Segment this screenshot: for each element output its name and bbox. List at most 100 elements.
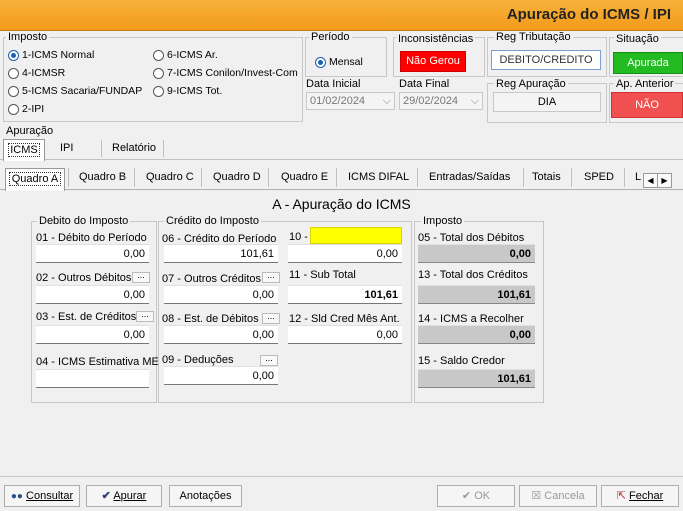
radio-mensal[interactable]: Mensal — [315, 56, 363, 68]
subtabs-line — [0, 189, 683, 190]
radio-icon — [8, 85, 19, 97]
f13-label: 13 - Total dos Créditos — [418, 269, 528, 281]
f08-label: 08 - Est. de Débitos — [162, 313, 259, 325]
f14-label: 14 - ICMS a Recolher — [418, 313, 524, 325]
radio-icms-sacaria[interactable]: 5-ICMS Sacaria/FUNDAP — [8, 85, 142, 97]
f11-field[interactable]: 101,61 — [288, 285, 402, 304]
f05-field: 0,00 — [418, 244, 535, 263]
f14-field: 0,00 — [418, 325, 535, 344]
cancela-button[interactable]: ☒ Cancela — [519, 485, 597, 507]
apuracao-label: Apuração — [6, 125, 54, 137]
radio-selected-icon — [315, 56, 326, 68]
radio-icon — [153, 67, 164, 79]
f04-label: 04 - ICMS Estimativa ME — [36, 356, 159, 368]
radio-icmsr[interactable]: 4-ICMSR — [8, 67, 65, 79]
f01-label: 01 - Débito do Período — [36, 232, 147, 244]
apurar-button[interactable]: ✔ Apurar — [86, 485, 162, 507]
ap-anterior-status: NÃO — [611, 92, 683, 118]
tab-l[interactable]: L — [635, 171, 641, 183]
radio-ipi[interactable]: 2-IPI — [8, 103, 44, 115]
debito-label: Debito do Imposto — [37, 215, 131, 227]
bottom-separator — [0, 476, 683, 477]
reg-tributacao-label: Reg Tributação — [494, 31, 573, 43]
radio-icms-normal[interactable]: 1-ICMS Normal — [8, 49, 94, 61]
f07-label: 07 - Outros Créditos — [162, 273, 262, 285]
f09-label: 09 - Deduções — [162, 354, 234, 366]
subtab-dividers — [68, 168, 628, 187]
f04-field[interactable] — [36, 369, 149, 388]
radio-icon — [8, 103, 19, 115]
situacao-status: Apurada — [613, 52, 683, 74]
f07-field[interactable]: 0,00 — [164, 285, 278, 304]
f03-lookup-button[interactable]: ... — [136, 310, 154, 322]
radio-icon — [8, 67, 19, 79]
apuracao-tabs-line — [0, 159, 683, 160]
radio-icms-tot[interactable]: 9-ICMS Tot. — [153, 85, 222, 97]
imposto-totals-label: Imposto — [421, 215, 465, 227]
window-title: Apuração do ICMS / IPI — [506, 6, 671, 23]
tab-ipi[interactable]: IPI — [50, 142, 100, 154]
f08-lookup-button[interactable]: ... — [262, 312, 280, 324]
reg-apuracao-value: DIA — [493, 92, 601, 112]
f09-lookup-button[interactable]: ... — [260, 354, 278, 366]
f10-field[interactable]: 0,00 — [288, 244, 402, 263]
checkmark-icon: ✔ — [461, 490, 472, 502]
reg-tributacao-value: DEBITO/CREDITO — [491, 50, 601, 70]
cancel-icon: ☒ — [531, 490, 542, 502]
situacao-label: Situação — [614, 33, 661, 45]
radio-icon — [153, 85, 164, 97]
f12-field[interactable]: 0,00 — [288, 325, 402, 344]
chevron-down-icon[interactable]: ⌵ — [471, 93, 479, 109]
binoculars-icon: ●● — [10, 491, 23, 502]
f08-field[interactable]: 0,00 — [164, 325, 278, 344]
f15-field: 101,61 — [418, 369, 535, 388]
anotacoes-button[interactable]: Anotações — [169, 485, 242, 507]
f03-field[interactable]: 0,00 — [36, 325, 149, 344]
f02-lookup-button[interactable]: ... — [132, 271, 150, 283]
title-bar: Apuração do ICMS / IPI — [0, 0, 683, 31]
data-inicial-field[interactable]: 01/02/2024 ⌵ — [306, 92, 395, 110]
f15-label: 15 - Saldo Credor — [418, 355, 505, 367]
reg-apuracao-label: Reg Apuração — [494, 78, 568, 90]
credito-label: Crédito do Imposto — [164, 215, 261, 227]
data-final-label: Data Final — [399, 78, 450, 90]
imposto-label: Imposto — [6, 31, 50, 43]
ap-anterior-label: Ap. Anterior — [614, 78, 676, 90]
inconsistencias-status[interactable]: Não Gerou — [400, 51, 466, 72]
f11-label: 11 - Sub Total — [289, 269, 356, 281]
f07-lookup-button[interactable]: ... — [262, 271, 280, 283]
radio-icon — [153, 49, 164, 61]
f06-field[interactable]: 101,61 — [164, 244, 278, 263]
data-inicial-label: Data Inicial — [306, 78, 361, 90]
tab-quadro-a[interactable]: Quadro A — [5, 168, 65, 191]
f05-label: 05 - Total dos Débitos — [418, 232, 525, 244]
tab-icms[interactable]: ICMS — [3, 139, 45, 161]
checkmark-icon: ✔ — [101, 490, 111, 502]
consultar-button[interactable]: ●● Consultar — [4, 485, 80, 507]
radio-icms-conilon[interactable]: 7-ICMS Conilon/Invest-Com — [153, 67, 298, 79]
ok-button[interactable]: ✔ OK — [437, 485, 515, 507]
f12-label: 12 - Sld Cred Mês Ant. — [289, 313, 400, 325]
f09-field[interactable]: 0,00 — [164, 366, 278, 385]
f10-description-field[interactable] — [310, 227, 402, 244]
scroll-tabs-left-button[interactable]: ◀ — [643, 173, 658, 188]
f03-label: 03 - Est. de Créditos — [36, 311, 137, 323]
exit-icon: ⇱ — [616, 490, 626, 502]
data-final-field[interactable]: 29/02/2024 ⌵ — [399, 92, 483, 110]
inconsistencias-label: Inconsistências — [396, 33, 476, 45]
chevron-down-icon[interactable]: ⌵ — [383, 93, 391, 109]
f02-field[interactable]: 0,00 — [36, 285, 149, 304]
periodo-label: Período — [309, 31, 352, 43]
f10-label: 10 - — [289, 231, 308, 243]
fechar-button[interactable]: ⇱ Fechar — [601, 485, 679, 507]
scroll-tabs-right-button[interactable]: ▶ — [657, 173, 672, 188]
f13-field: 101,61 — [418, 285, 535, 304]
radio-selected-icon — [8, 49, 19, 61]
tab-relatorio[interactable]: Relatório — [112, 142, 156, 154]
radio-icms-ar[interactable]: 6-ICMS Ar. — [153, 49, 218, 61]
tab-divider — [101, 140, 102, 157]
panel-title: A - Apuração do ICMS — [272, 196, 411, 212]
tab-divider — [163, 140, 164, 157]
f02-label: 02 - Outros Débitos — [36, 272, 132, 284]
f01-field[interactable]: 0,00 — [36, 244, 149, 263]
